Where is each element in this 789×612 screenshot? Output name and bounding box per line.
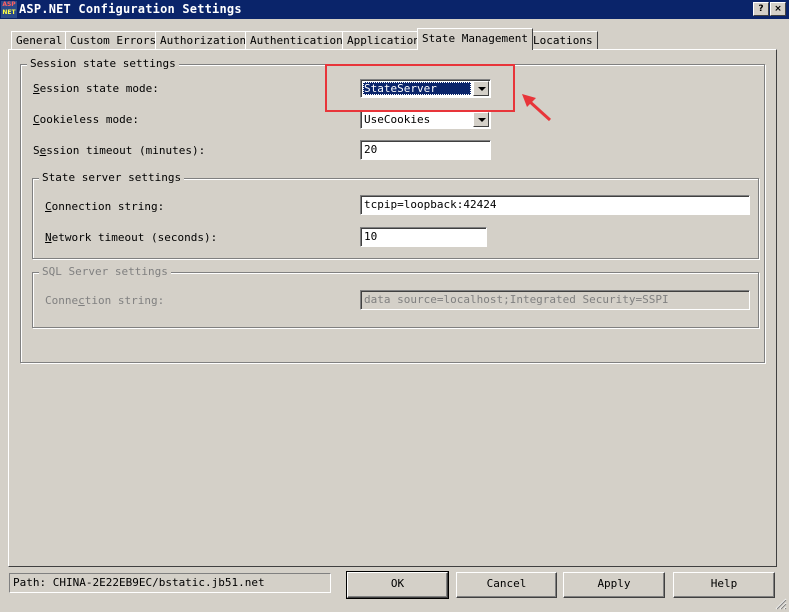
- state-server-connection-input[interactable]: tcpip=loopback:42424: [360, 195, 750, 215]
- title-bar[interactable]: ASP NET ASP.NET Configuration Settings ? …: [0, 0, 789, 19]
- annotation-highlight-box: [325, 64, 515, 112]
- cookieless-mode-value: UseCookies: [364, 113, 431, 126]
- session-timeout-label: Session timeout (minutes):: [33, 144, 206, 157]
- cookieless-mode-select[interactable]: UseCookies: [360, 110, 491, 129]
- session-mode-label: Session state mode:: [33, 82, 159, 95]
- tab-authentication[interactable]: Authentication: [245, 31, 348, 49]
- apply-button[interactable]: Apply: [563, 572, 665, 598]
- cookieless-mode-label: Cookieless mode:: [33, 113, 139, 126]
- sql-connection-input: data source=localhost;Integrated Securit…: [360, 290, 750, 310]
- close-icon[interactable]: ×: [770, 2, 786, 16]
- sql-server-group-label: SQL Server settings: [39, 265, 171, 279]
- tab-locations[interactable]: Locations: [528, 31, 598, 49]
- state-server-connection-label: Connection string:: [45, 200, 165, 213]
- tab-general[interactable]: General: [11, 31, 68, 49]
- sql-connection-label: Connection string:: [45, 294, 165, 307]
- help-button[interactable]: Help: [673, 572, 775, 598]
- tab-application[interactable]: Application: [342, 31, 425, 49]
- annotation-arrow-icon: [522, 94, 552, 122]
- resize-grip-icon[interactable]: [775, 598, 787, 610]
- window-title: ASP.NET Configuration Settings: [19, 2, 242, 16]
- tab-state-management[interactable]: State Management: [417, 28, 533, 50]
- chevron-down-icon[interactable]: [473, 112, 489, 127]
- session-state-group-label: Session state settings: [27, 57, 179, 71]
- network-timeout-label: Network timeout (seconds):: [45, 231, 218, 244]
- tab-custom-errors[interactable]: Custom Errors: [65, 31, 162, 49]
- tab-authorization[interactable]: Authorization: [155, 31, 252, 49]
- ok-button[interactable]: OK: [346, 571, 449, 599]
- state-server-group-label: State server settings: [39, 171, 185, 185]
- aspnet-app-icon: ASP NET: [1, 1, 17, 18]
- help-icon[interactable]: ?: [753, 2, 769, 16]
- path-status: Path: CHINA-2E22EB9EC/bstatic.jb51.net: [9, 573, 331, 593]
- network-timeout-input[interactable]: 10: [360, 227, 487, 247]
- session-timeout-input[interactable]: 20: [360, 140, 491, 160]
- cancel-button[interactable]: Cancel: [456, 572, 557, 598]
